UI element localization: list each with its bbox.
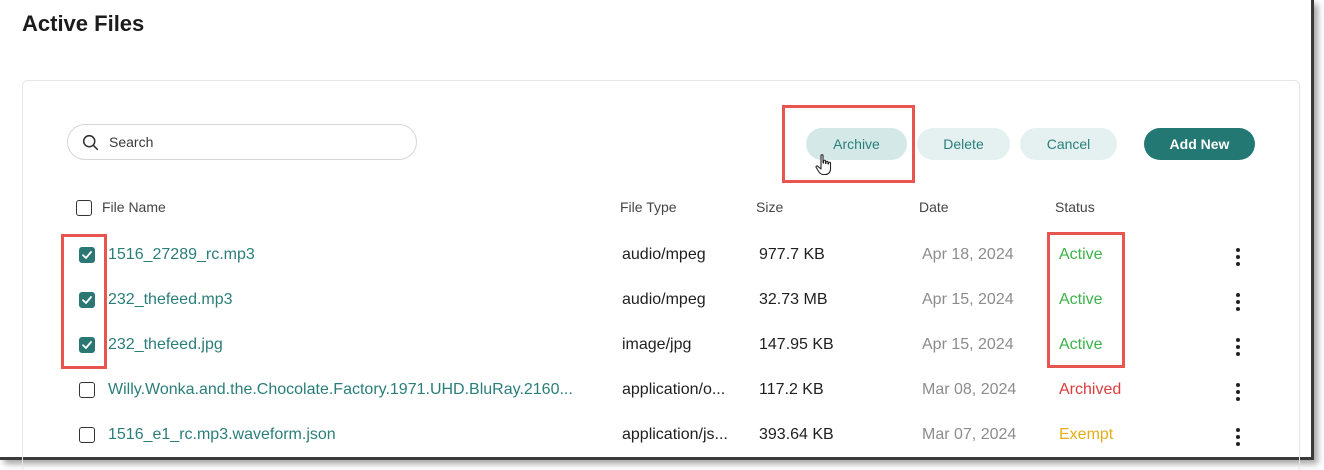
file-size: 117.2 KB: [759, 381, 824, 398]
cancel-button[interactable]: Cancel: [1020, 128, 1117, 160]
more-options-icon[interactable]: [1236, 428, 1240, 446]
row-checkbox[interactable]: [79, 337, 95, 353]
status-badge: Active: [1059, 291, 1103, 308]
search-input[interactable]: [107, 133, 391, 151]
file-date: Apr 15, 2024: [922, 291, 1014, 308]
row-checkbox[interactable]: [79, 292, 95, 308]
file-date: Mar 08, 2024: [922, 381, 1017, 398]
add-new-button[interactable]: Add New: [1144, 128, 1255, 160]
status-badge: Active: [1059, 336, 1103, 353]
file-size: 32.73 MB: [759, 291, 828, 308]
file-name-link[interactable]: 1516_27289_rc.mp3: [108, 246, 598, 264]
file-date: Apr 15, 2024: [922, 336, 1014, 353]
more-options-icon[interactable]: [1236, 248, 1240, 266]
status-badge: Archived: [1059, 381, 1122, 398]
search-icon: [82, 134, 99, 150]
file-name-link[interactable]: 232_thefeed.jpg: [108, 336, 598, 354]
file-type: audio/mpeg: [622, 291, 706, 308]
check-icon: [82, 341, 92, 349]
select-all-checkbox[interactable]: [76, 200, 92, 216]
row-checkbox[interactable]: [79, 427, 95, 443]
file-name-link[interactable]: 1516_e1_rc.mp3.waveform.json: [108, 426, 598, 444]
delete-button[interactable]: Delete: [917, 128, 1010, 160]
file-date: Apr 18, 2024: [922, 246, 1014, 263]
file-type: application/js...: [622, 426, 728, 443]
header-date[interactable]: Date: [919, 199, 949, 215]
header-file-name[interactable]: File Name: [102, 199, 166, 215]
file-name-link[interactable]: 232_thefeed.mp3: [108, 291, 598, 309]
file-type: application/o...: [622, 381, 726, 398]
file-size: 393.64 KB: [759, 426, 834, 443]
file-date: Mar 07, 2024: [922, 426, 1017, 443]
status-badge: Exempt: [1059, 426, 1114, 443]
row-checkbox[interactable]: [79, 382, 95, 398]
hand-pointer-icon: [815, 154, 832, 176]
check-icon: [82, 251, 92, 259]
check-icon: [82, 296, 92, 304]
search-box[interactable]: [67, 124, 417, 160]
file-type: image/jpg: [622, 336, 692, 353]
file-type: audio/mpeg: [622, 246, 706, 263]
row-checkbox[interactable]: [79, 247, 95, 263]
more-options-icon[interactable]: [1236, 383, 1240, 401]
header-file-type[interactable]: File Type: [620, 199, 677, 215]
file-size: 147.95 KB: [759, 336, 834, 353]
file-name-link[interactable]: Willy.Wonka.and.the.Chocolate.Factory.19…: [108, 381, 600, 399]
more-options-icon[interactable]: [1236, 338, 1240, 356]
header-status[interactable]: Status: [1055, 199, 1095, 215]
header-size[interactable]: Size: [756, 199, 783, 215]
file-size: 977.7 KB: [759, 246, 825, 263]
status-badge: Active: [1059, 246, 1103, 263]
more-options-icon[interactable]: [1236, 293, 1240, 311]
page-title: Active Files: [22, 11, 145, 36]
